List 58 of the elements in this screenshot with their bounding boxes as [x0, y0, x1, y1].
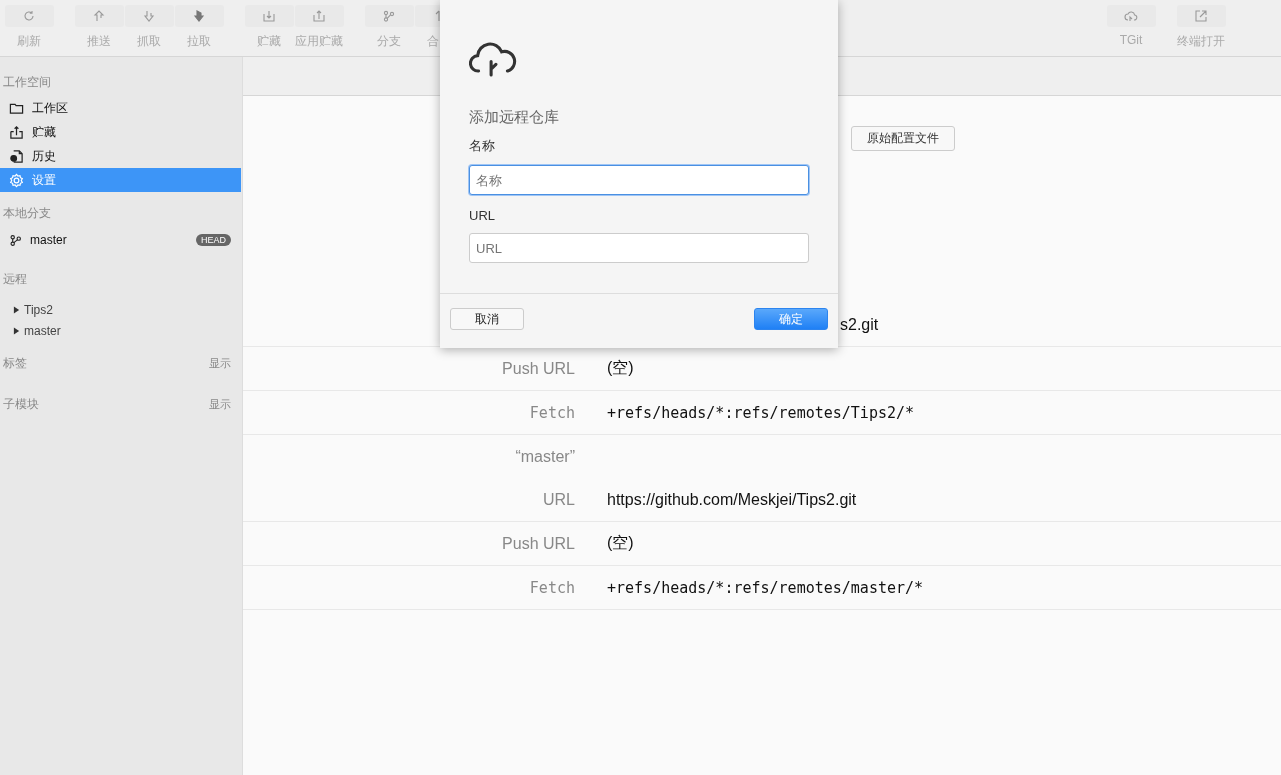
remote-name: “master”	[515, 447, 575, 465]
input-field[interactable]: URL	[469, 233, 809, 263]
section-title: 本地分支	[2, 205, 52, 222]
refresh-icon	[22, 9, 36, 23]
down-arrow-icon	[192, 9, 206, 23]
section-title: 标签	[3, 355, 27, 372]
head-badge: HEAD	[196, 234, 231, 246]
section-title: 远程	[2, 271, 28, 288]
disclosure-triangle-icon[interactable]	[13, 305, 20, 314]
branch-icon	[382, 9, 396, 23]
cloud-upload-icon	[469, 42, 519, 77]
field-value: s2.git	[840, 315, 879, 333]
toolbar-button[interactable]: 终端打开	[1176, 5, 1226, 56]
field-label: Fetch	[529, 403, 575, 422]
raw-config-button[interactable]: 原始配置文件	[851, 126, 955, 151]
toolbar-button[interactable]: 抓取	[124, 5, 174, 56]
tray-up-icon	[312, 9, 326, 23]
field-value: +refs/heads/*:refs/remotes/Tips2/*	[607, 403, 915, 422]
section-title: 子模块	[3, 396, 39, 413]
toolbar-button[interactable]: 分支	[364, 5, 414, 56]
show-link[interactable]: 显示	[209, 353, 231, 373]
remote-item[interactable]: Tips2	[0, 299, 242, 320]
input-field[interactable]: 名称	[469, 165, 809, 195]
external-link-icon	[1194, 9, 1208, 23]
show-link[interactable]: 显示	[209, 394, 231, 414]
toolbar-button[interactable]: TGit	[1106, 5, 1156, 56]
disclosure-triangle-icon[interactable]	[13, 326, 20, 335]
tray-up-icon	[9, 124, 24, 140]
field-value: https://github.com/Meskjei/Tips2.git	[607, 490, 857, 508]
remote-item[interactable]: master	[0, 320, 242, 341]
sidebar-item[interactable]: 历史	[0, 144, 242, 168]
sidebar-item[interactable]: 工作区	[0, 96, 242, 120]
settings-icon	[9, 172, 24, 188]
field-label: Fetch	[529, 578, 575, 597]
field-label: URL	[469, 208, 496, 223]
field-label: URL	[543, 490, 575, 508]
toolbar-button[interactable]: 拉取	[174, 5, 224, 56]
field-value: (空)	[607, 359, 634, 376]
toolbar-button[interactable]: 贮藏	[244, 5, 294, 56]
cloud-icon	[1124, 9, 1138, 23]
section-title: 工作空间	[2, 74, 52, 91]
toolbar-button[interactable]: 刷新	[4, 5, 54, 56]
cancel-button[interactable]: 取消	[450, 308, 524, 330]
branch-icon	[9, 233, 22, 247]
toolbar-button[interactable]: 推送	[74, 5, 124, 56]
field-value: +refs/heads/*:refs/remotes/master/*	[607, 578, 924, 597]
dialog-title: 添加远程仓库	[469, 108, 560, 127]
tray-down-icon	[262, 9, 276, 23]
toolbar-button[interactable]: 应用贮藏	[294, 5, 344, 56]
field-label: 名称	[469, 137, 496, 155]
branch-item[interactable]: master HEAD	[0, 227, 242, 253]
field-label: Push URL	[502, 534, 575, 552]
field-value: (空)	[607, 534, 634, 551]
field-label: Push URL	[502, 359, 575, 377]
confirm-button[interactable]: 确定	[754, 308, 828, 330]
sidebar-item[interactable]: 贮藏	[0, 120, 242, 144]
sidebar-item[interactable]: 设置	[0, 168, 241, 192]
document-icon	[9, 148, 24, 164]
